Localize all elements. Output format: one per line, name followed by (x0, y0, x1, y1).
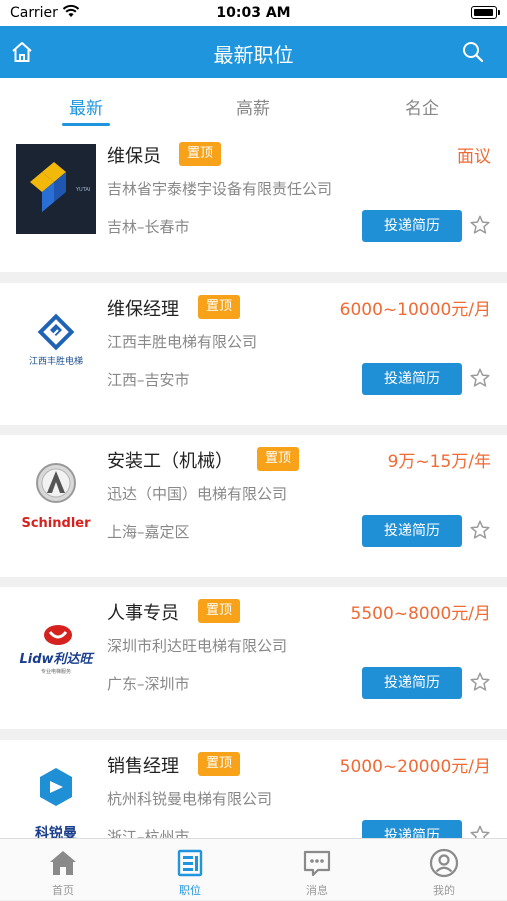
active-tab-indicator (62, 123, 110, 126)
status-bar: Carrier 10:03 AM (0, 0, 507, 26)
job-card[interactable]: 江西丰胜电梯 维保经理 置顶 6000~10000元/月 江西丰胜电梯有限公司 … (0, 283, 507, 425)
job-location: 吉林–长春市 (107, 218, 190, 236)
pinned-badge: 置顶 (257, 447, 300, 471)
document-icon (177, 849, 203, 877)
company-logo: Lidw利达旺 专业电梯服务 (16, 601, 96, 691)
company-logo: Schindler (16, 449, 96, 539)
tab-messages-label: 消息 (306, 884, 328, 897)
salary: 5500~8000元/月 (350, 604, 492, 624)
tab-famous-companies[interactable]: 名企 (382, 94, 462, 119)
company-name: 杭州科锐曼电梯有限公司 (107, 790, 273, 808)
job-card[interactable]: Lidw利达旺 专业电梯服务 人事专员 置顶 5500~8000元/月 深圳市利… (0, 587, 507, 729)
bottom-tab-bar: 首页 职位 消息 我的 (0, 838, 507, 900)
tab-latest[interactable]: 最新 (46, 94, 126, 119)
logo-subtext: 专业电梯服务 (41, 668, 71, 675)
salary: 6000~10000元/月 (339, 300, 491, 320)
company-logo: YUTAI (16, 144, 96, 234)
job-title: 人事专员 (107, 603, 179, 624)
job-card[interactable]: YUTAI 维保员 置顶 面议 吉林省宇泰楼宇设备有限责任公司 吉林–长春市 投… (0, 130, 507, 272)
job-location: 上海–嘉定区 (107, 523, 190, 541)
tab-jobs[interactable]: 职位 (127, 839, 253, 901)
company-logo: 科锐曼 (16, 754, 96, 844)
star-icon[interactable] (469, 367, 491, 389)
pinned-badge: 置顶 (198, 599, 241, 623)
pinned-badge: 置顶 (198, 752, 241, 776)
home-icon (50, 851, 76, 875)
user-icon (429, 848, 459, 878)
apply-button[interactable]: 投递简历 (362, 210, 462, 242)
job-location: 江西–吉安市 (107, 371, 190, 389)
star-icon[interactable] (469, 671, 491, 693)
apply-button[interactable]: 投递简历 (362, 363, 462, 395)
clock: 10:03 AM (216, 5, 291, 21)
salary: 5000~20000元/月 (339, 757, 491, 777)
message-icon (303, 850, 331, 877)
pinned-badge: 置顶 (198, 295, 241, 319)
company-name: 吉林省宇泰楼宇设备有限责任公司 (107, 180, 333, 198)
page-title: 最新职位 (213, 43, 294, 67)
tab-jobs-label: 职位 (179, 884, 201, 897)
logo-text: YUTAI (75, 187, 90, 193)
tab-profile-label: 我的 (433, 884, 455, 897)
job-title: 安装工（机械） (107, 451, 233, 472)
tab-messages[interactable]: 消息 (254, 839, 380, 901)
search-icon[interactable] (461, 40, 485, 64)
tab-profile[interactable]: 我的 (381, 839, 507, 901)
tab-high-salary[interactable]: 高薪 (213, 94, 293, 119)
company-name: 深圳市利达旺电梯有限公司 (107, 637, 288, 655)
star-icon[interactable] (469, 519, 491, 541)
job-location: 广东–深圳市 (107, 675, 190, 693)
apply-button[interactable]: 投递简历 (362, 667, 462, 699)
salary: 面议 (457, 147, 491, 167)
nav-bar: 最新职位 (0, 26, 507, 78)
tab-home[interactable]: 首页 (0, 839, 126, 901)
job-card[interactable]: Schindler 安装工（机械） 置顶 9万~15万/年 迅达（中国）电梯有限… (0, 435, 507, 577)
pinned-badge: 置顶 (179, 142, 222, 166)
salary: 9万~15万/年 (387, 452, 491, 472)
tab-home-label: 首页 (52, 884, 74, 897)
apply-button[interactable]: 投递简历 (362, 515, 462, 547)
battery-icon (471, 6, 500, 19)
star-icon[interactable] (469, 214, 491, 236)
job-title: 维保员 (107, 146, 161, 167)
company-name: 迅达（中国）电梯有限公司 (107, 485, 288, 503)
company-name: 江西丰胜电梯有限公司 (107, 333, 258, 351)
logo-text: Schindler (21, 516, 91, 531)
job-title: 销售经理 (107, 756, 179, 777)
job-title: 维保经理 (107, 299, 179, 320)
filter-tabs: 最新 高薪 名企 (0, 78, 507, 130)
logo-text: 江西丰胜电梯 (29, 355, 83, 367)
logo-text: Lidw利达旺 (19, 651, 95, 667)
company-logo: 江西丰胜电梯 (16, 297, 96, 387)
